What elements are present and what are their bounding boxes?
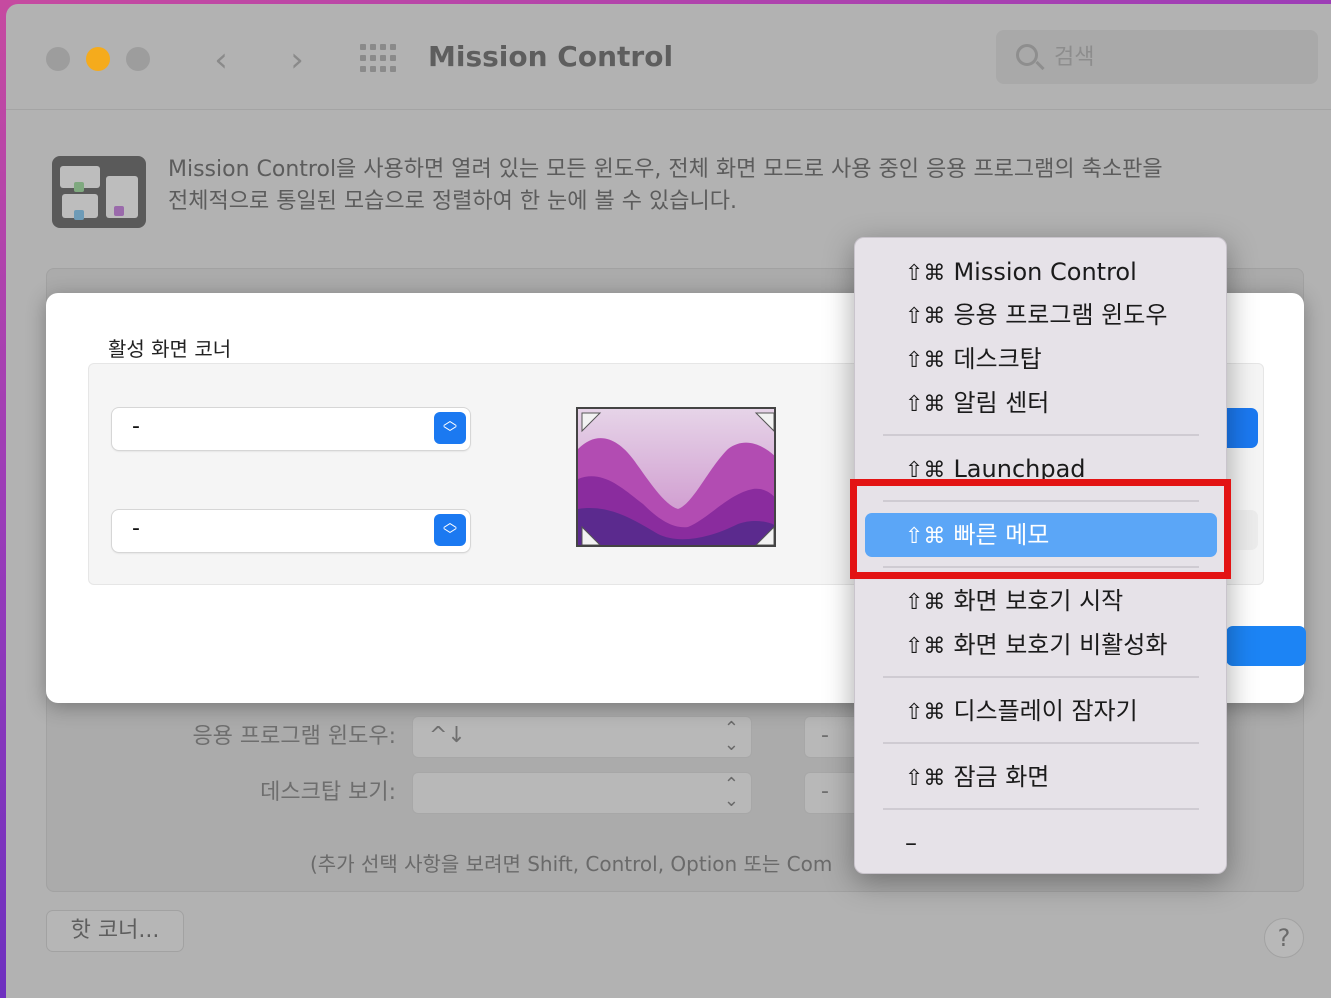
menu-item-mission-control[interactable]: ⇧⌘ Mission Control [865,250,1217,294]
menu-separator [883,808,1199,810]
app-windows-shortcut-select[interactable]: ^↓ ⌃ ⌄ [412,716,752,758]
menu-item-desktop[interactable]: ⇧⌘ 데스크탑 [865,337,1217,381]
menu-item-start-screensaver[interactable]: ⇧⌘ 화면 보호기 시작 [865,579,1217,623]
top-left-corner-select[interactable]: - ︿ ﹀ [112,408,470,450]
menu-item-app-windows[interactable]: ⇧⌘ 응용 프로그램 윈도우 [865,293,1217,337]
modifier-hint-text: (추가 선택 사항을 보려면 Shift, Control, Option 또는… [310,852,833,876]
window-title: Mission Control [428,40,674,73]
updown-chevron-icon: ︿ ﹀ [434,514,466,546]
menu-item-none[interactable]: – [865,821,1217,865]
menu-item-quick-note[interactable]: ⇧⌘ 빠른 메모 [865,513,1217,557]
menu-item-lock-screen[interactable]: ⇧⌘ 잠금 화면 [865,755,1217,799]
menu-separator [883,434,1199,436]
description-text: Mission Control을 사용하면 열려 있는 모든 윈도우, 전체 화… [168,157,1163,214]
menu-item-disable-screensaver[interactable]: ⇧⌘ 화면 보호기 비활성화 [865,623,1217,667]
sheet-title: 활성 화면 코너 [108,337,232,361]
forward-chevron-icon[interactable]: › [282,38,312,82]
mission-control-app-icon [52,156,146,228]
app-windows-label: 응용 프로그램 윈도우: [192,724,396,749]
menu-separator [883,742,1199,744]
menu-item-display-sleep[interactable]: ⇧⌘ 디스플레이 잠자기 [865,689,1217,733]
bottom-left-corner-select[interactable]: - ︿ ﹀ [112,510,470,552]
corner-action-menu: ⇧⌘ Mission Control ⇧⌘ 응용 프로그램 윈도우 ⇧⌘ 데스크탑 ⇧… [854,237,1227,874]
hot-corners-button[interactable]: 핫 코너... [46,910,184,952]
menu-separator [883,676,1199,678]
search-input[interactable] [1054,41,1294,73]
title-bar: ‹ › Mission Control [6,4,1331,110]
zoom-button[interactable] [126,47,150,71]
back-chevron-icon[interactable]: ‹ [206,38,236,82]
menu-separator [883,500,1199,502]
desktop-view-label: 데스크탑 보기: [260,780,396,805]
menu-item-launchpad[interactable]: ⇧⌘ Launchpad [865,447,1217,491]
menu-item-notification-center[interactable]: ⇧⌘ 알림 센터 [865,381,1217,425]
updown-chevron-icon: ⌃ ⌄ [723,718,739,755]
updown-chevron-icon: ⌃ ⌄ [723,774,739,811]
ok-button[interactable] [1226,626,1306,666]
search-icon [1016,44,1038,66]
help-button[interactable]: ? [1264,918,1304,958]
minimize-button[interactable] [86,47,110,71]
menu-separator [883,566,1199,568]
search-field[interactable] [996,30,1318,84]
desktop-preview-image [576,407,776,547]
desktop-view-shortcut-select[interactable]: ⌃ ⌄ [412,772,752,814]
updown-chevron-icon: ︿ ﹀ [434,412,466,444]
close-button[interactable] [46,47,70,71]
show-all-grid-icon[interactable] [360,44,396,74]
